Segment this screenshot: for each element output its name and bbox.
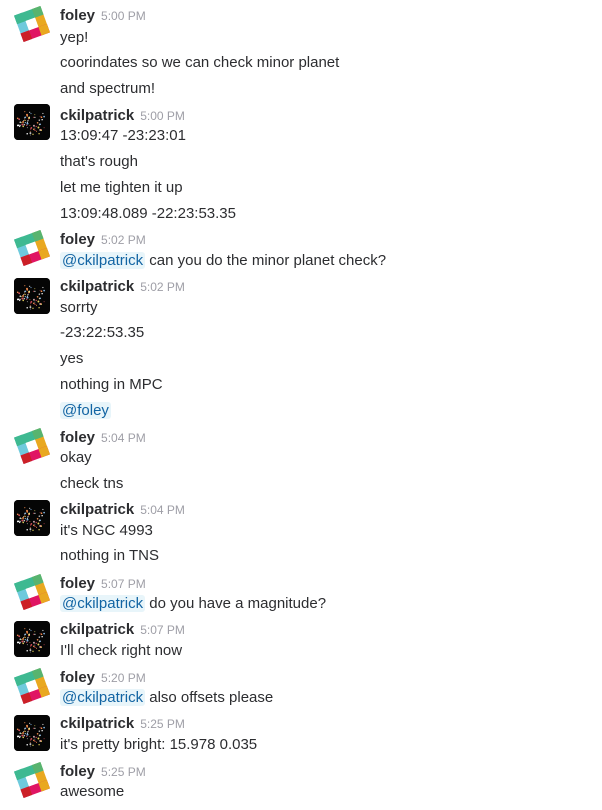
author-name[interactable]: ckilpatrick (60, 278, 134, 295)
message-header: foley 5:00 PM (60, 6, 146, 26)
message-line: sorrty (60, 299, 98, 316)
message-header: foley 5:20 PM (60, 668, 146, 688)
galaxy-icon (14, 715, 50, 751)
message-line: @ckilpatrick do you have a magnitude? (60, 593, 326, 615)
message-header: foley 5:25 PM (60, 762, 146, 782)
galaxy-icon (14, 621, 50, 657)
message-header: foley 5:07 PM (60, 574, 146, 594)
slack-logo-icon (14, 762, 50, 798)
timestamp[interactable]: 5:25 PM (140, 717, 185, 731)
message-line: yes (60, 350, 84, 367)
author-name[interactable]: foley (60, 429, 95, 446)
user-mention[interactable]: @foley (60, 402, 111, 419)
timestamp[interactable]: 5:02 PM (101, 233, 146, 247)
author-name[interactable]: foley (60, 763, 95, 780)
galaxy-icon (14, 500, 50, 536)
user-mention[interactable]: @ckilpatrick (60, 252, 146, 269)
message-text: also offsets please (145, 689, 274, 706)
message-header: ckilpatrick 5:07 PM (60, 620, 185, 640)
message-text: can you do the minor planet check? (145, 252, 387, 269)
message-line: let me tighten it up (60, 179, 183, 196)
timestamp[interactable]: 5:20 PM (101, 671, 146, 685)
slack-logo-icon (14, 428, 50, 464)
galaxy-avatar[interactable] (14, 621, 50, 657)
galaxy-avatar[interactable] (14, 104, 50, 140)
message-header: foley 5:04 PM (60, 428, 146, 448)
message-line: that's rough (60, 153, 138, 170)
slack-logo-avatar[interactable] (14, 6, 50, 42)
slack-logo-avatar[interactable] (14, 428, 50, 464)
message-line: and spectrum! (60, 80, 156, 97)
timestamp[interactable]: 5:00 PM (140, 109, 185, 123)
message-line: 13:09:48.089 -22:23:53.35 (60, 205, 236, 222)
galaxy-icon (14, 104, 50, 140)
author-name[interactable]: ckilpatrick (60, 107, 134, 124)
user-mention[interactable]: @ckilpatrick (60, 689, 146, 706)
author-name[interactable]: ckilpatrick (60, 715, 134, 732)
slack-logo-icon (14, 574, 50, 610)
slack-logo-avatar[interactable] (14, 574, 50, 610)
author-name[interactable]: ckilpatrick (60, 501, 134, 518)
slack-logo-icon (14, 668, 50, 704)
message-list: foley 5:00 PM yep! coorindates so we can … (0, 0, 602, 810)
message-text: do you have a magnitude? (145, 595, 327, 612)
message-header: ckilpatrick 5:00 PM (60, 106, 185, 126)
timestamp[interactable]: 5:02 PM (140, 280, 185, 294)
galaxy-icon (14, 278, 50, 314)
message-header: ckilpatrick 5:02 PM (60, 277, 185, 297)
message-line: coorindates so we can check minor planet (60, 54, 340, 71)
message-line: it's pretty bright: 15.978 0.035 (60, 736, 258, 753)
message-line: @foley (60, 400, 111, 422)
timestamp[interactable]: 5:07 PM (140, 623, 185, 637)
timestamp[interactable]: 5:07 PM (101, 577, 146, 591)
message-line: check tns (60, 475, 124, 492)
message-line: awesome (60, 783, 125, 800)
message-line: it's NGC 4993 (60, 522, 153, 539)
slack-logo-avatar[interactable] (14, 668, 50, 704)
message-line: okay (60, 449, 92, 466)
author-name[interactable]: ckilpatrick (60, 621, 134, 638)
user-mention[interactable]: @ckilpatrick (60, 595, 146, 612)
message-line: yep! (60, 29, 89, 46)
message-line: @ckilpatrick also offsets please (60, 687, 273, 709)
timestamp[interactable]: 5:04 PM (101, 431, 146, 445)
message-line: I'll check right now (60, 642, 183, 659)
message-line: 13:09:47 -23:23:01 (60, 127, 186, 144)
author-name[interactable]: foley (60, 231, 95, 248)
slack-logo-icon (14, 230, 50, 266)
timestamp[interactable]: 5:25 PM (101, 765, 146, 779)
timestamp[interactable]: 5:00 PM (101, 9, 146, 23)
message-line: nothing in MPC (60, 376, 163, 393)
slack-logo-icon (14, 6, 50, 42)
galaxy-avatar[interactable] (14, 500, 50, 536)
slack-logo-avatar[interactable] (14, 230, 50, 266)
galaxy-avatar[interactable] (14, 278, 50, 314)
timestamp[interactable]: 5:04 PM (140, 503, 185, 517)
message-header: ckilpatrick 5:04 PM (60, 500, 185, 520)
message-line: -23:22:53.35 (60, 324, 145, 341)
message-header: ckilpatrick 5:25 PM (60, 714, 185, 734)
message-header: foley 5:02 PM (60, 230, 146, 250)
slack-logo-avatar[interactable] (14, 762, 50, 798)
author-name[interactable]: foley (60, 669, 95, 686)
message-line: @ckilpatrick can you do the minor planet… (60, 250, 386, 272)
galaxy-avatar[interactable] (14, 715, 50, 751)
author-name[interactable]: foley (60, 575, 95, 592)
author-name[interactable]: foley (60, 7, 95, 24)
message-line: nothing in TNS (60, 547, 159, 564)
